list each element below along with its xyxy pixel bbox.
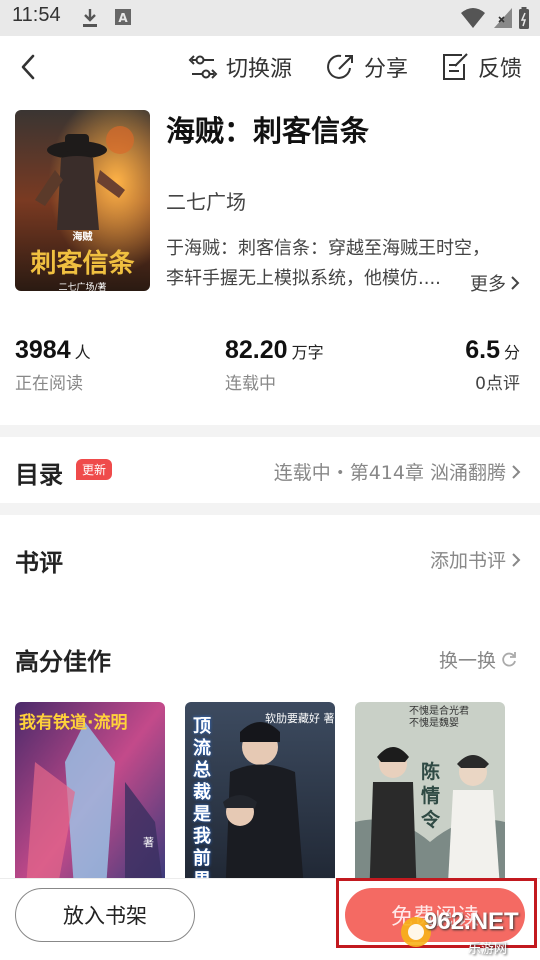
more-label: 更多: [470, 274, 506, 295]
add-review-button[interactable]: 添加书评: [430, 546, 522, 573]
readers-count: 3984: [15, 336, 71, 364]
switch-source-icon: [188, 55, 218, 79]
recommend-book-cover[interactable]: 顶流总裁是我前男友 软肋要藏好 著: [185, 702, 335, 902]
feedback-button[interactable]: 反馈: [440, 48, 522, 86]
no-signal-icon: [494, 8, 512, 28]
book-detail-screen: 11:54 A 切换源 分享 反馈 海贼 刺客信条 二七广场/著 海贼：刺客信条…: [0, 0, 540, 960]
catalog-latest: 连载中・第414章 汹涌翻腾: [274, 458, 522, 485]
book-cover-image[interactable]: 海贼 刺客信条 二七广场/著: [15, 110, 150, 291]
watermark-subtext: 乐游网: [468, 942, 508, 957]
description-line: 于海贼：刺客信条：穿越至海贼王时空，: [166, 238, 490, 259]
more-button[interactable]: 更多: [466, 270, 521, 296]
rating-count: 0点评: [475, 374, 520, 394]
add-to-shelf-button[interactable]: 放入书架: [15, 888, 195, 942]
book-title: 海贼：刺客信条: [166, 114, 370, 148]
readers-stat: 3984 人 正在阅读: [15, 336, 91, 394]
section-divider: [0, 425, 540, 437]
review-title: 书评: [15, 549, 63, 577]
share-label: 分享: [364, 57, 409, 82]
cover-text: 海贼 刺客信条 二七广场/著: [25, 228, 140, 291]
cover-subtitle: 海贼: [72, 232, 93, 243]
switch-source-button[interactable]: 切换源: [188, 48, 292, 86]
download-icon: [83, 9, 97, 27]
refresh-button[interactable]: 换一换: [439, 646, 518, 673]
wordcount-unit: 万字: [291, 343, 324, 362]
readers-unit: 人: [74, 343, 91, 362]
watermark-logo: 962.NET 乐游网: [398, 906, 538, 958]
wordcount-value: 82.20: [225, 336, 288, 364]
refresh-label: 换一换: [438, 650, 496, 672]
share-icon: [327, 54, 353, 79]
serial-status: 连载中: [225, 374, 276, 394]
recommend-book-author: 软肋要藏好 著: [265, 712, 335, 725]
catalog-status: 连载中・第414章 汹涌翻腾: [273, 462, 506, 484]
recommend-book-cover[interactable]: 我有铁道·流明 著: [15, 702, 165, 902]
rating-stat[interactable]: 6.5 分 0点评: [465, 336, 520, 394]
rating-value: 6.5: [465, 336, 500, 364]
feedback-icon: [443, 53, 468, 80]
chevron-right-icon: [511, 276, 520, 290]
recommend-book-cover[interactable]: 陈情令 不愧是合光君 不愧是魏婴: [355, 702, 505, 902]
add-to-shelf-label: 放入书架: [63, 904, 147, 928]
feedback-label: 反馈: [478, 57, 523, 82]
recommend-book-title: 我有铁道·流明: [19, 713, 128, 733]
recommend-book-author: 著: [143, 836, 154, 849]
wifi-icon: [461, 8, 485, 28]
chevron-right-icon: [512, 552, 521, 567]
update-badge: 更新: [76, 459, 113, 480]
text-notification-icon: A: [115, 9, 131, 25]
share-button[interactable]: 分享: [326, 48, 408, 86]
recommend-book-author: 不愧是合光君 不愧是魏婴: [409, 706, 469, 729]
chevron-right-icon: [512, 464, 521, 479]
add-review-label: 添加书评: [429, 550, 506, 572]
cover-author: 二七广场/著: [58, 283, 107, 291]
book-author[interactable]: 二七广场: [166, 186, 246, 215]
recommend-title: 高分佳作: [15, 648, 111, 676]
section-divider: [0, 503, 540, 515]
recommend-book-title: 陈情令: [421, 761, 441, 831]
cover-title: 刺客信条: [30, 249, 135, 279]
wordcount-stat: 82.20 万字 连载中: [225, 336, 324, 394]
back-icon[interactable]: [14, 50, 44, 84]
rating-unit: 分: [503, 343, 520, 362]
catalog-title: 目录: [15, 461, 63, 489]
recommend-book-title: 顶流总裁是我前男友: [193, 716, 211, 902]
svg-text:A: A: [118, 11, 128, 25]
readers-label: 正在阅读: [15, 374, 83, 394]
watermark-text: 962.NET: [424, 908, 519, 935]
switch-source-label: 切换源: [226, 57, 293, 82]
status-time: 11:54: [12, 4, 61, 26]
battery-icon: [519, 7, 529, 29]
refresh-icon: [502, 651, 516, 666]
